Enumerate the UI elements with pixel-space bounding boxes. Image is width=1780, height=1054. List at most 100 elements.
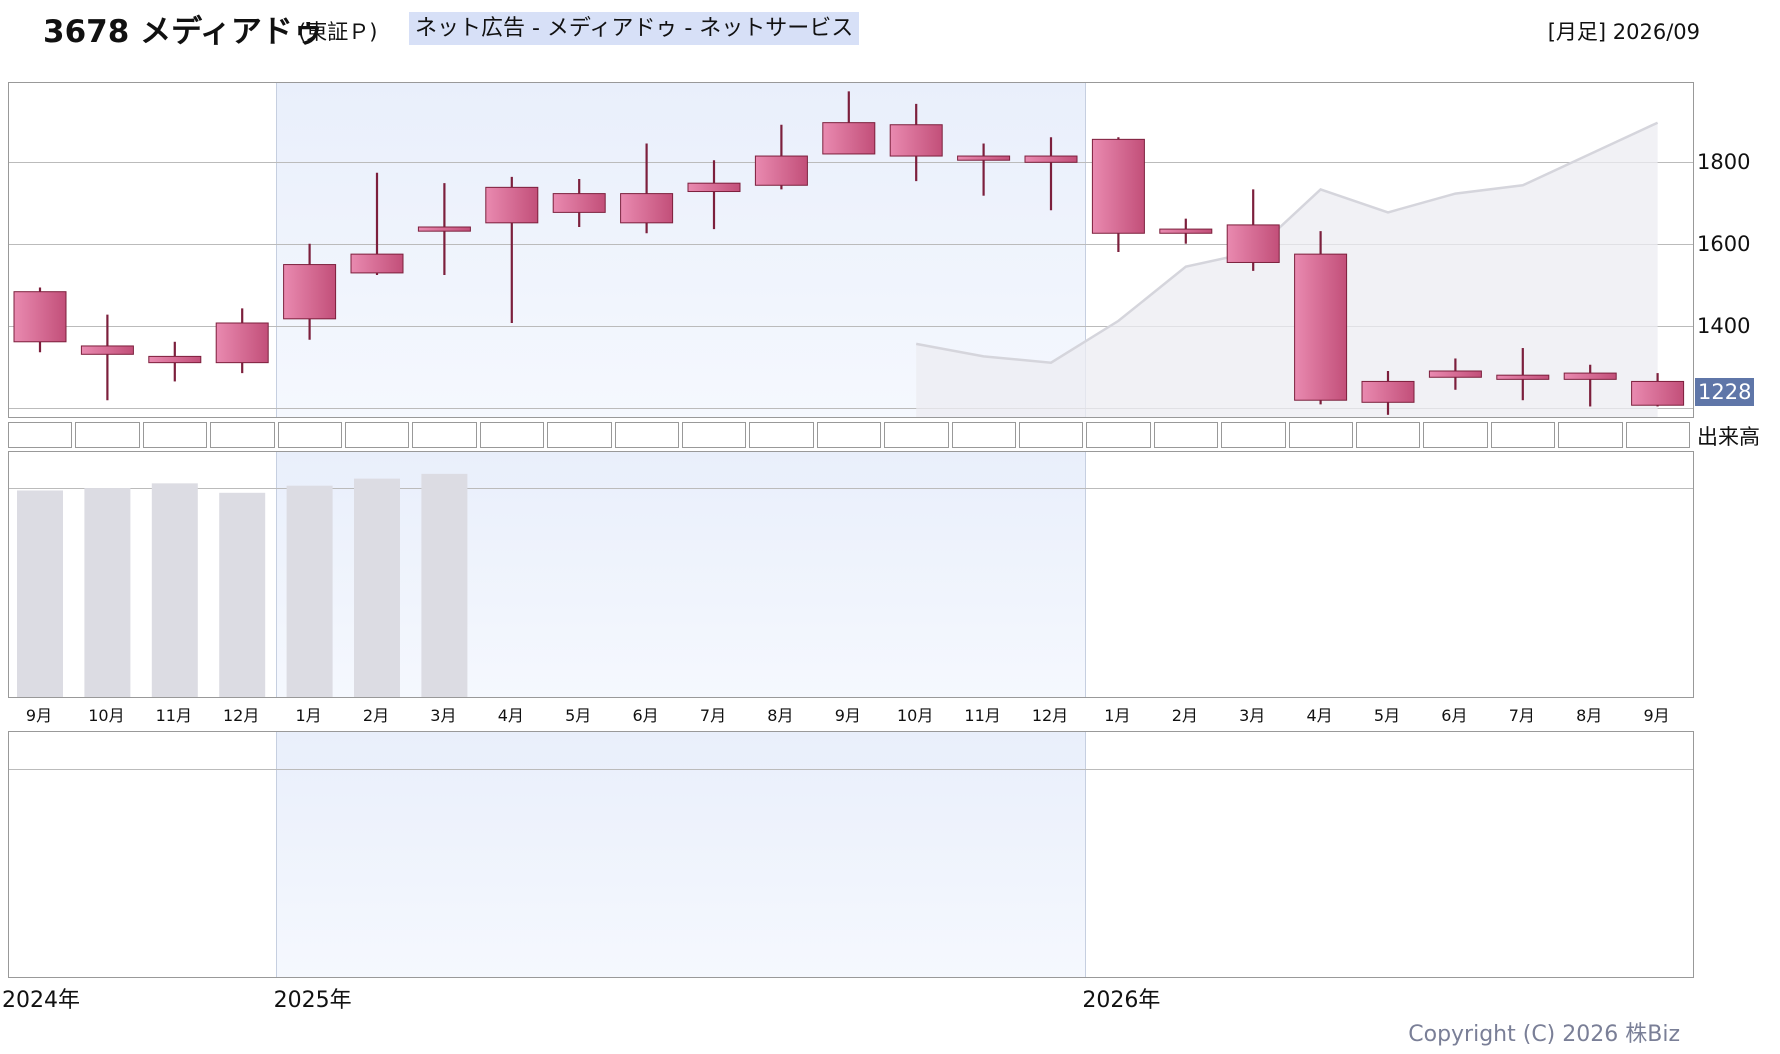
volume-cell-17 xyxy=(1153,422,1219,448)
volume-cell-5 xyxy=(345,422,410,448)
volume-label: 出来高 xyxy=(1697,425,1760,449)
month-label-11: 8月 xyxy=(767,706,794,725)
candle-14 xyxy=(957,143,1011,196)
candle-9 xyxy=(620,143,674,234)
month-label-1: 10月 xyxy=(88,706,125,725)
last-price-badge: 1228 xyxy=(1695,378,1755,406)
volume-cell-1 xyxy=(75,422,140,448)
month-label-9: 6月 xyxy=(632,706,659,725)
year-label-1: 2025年 xyxy=(273,988,352,1013)
avg-area xyxy=(916,122,1658,417)
price-chart-panel xyxy=(8,82,1694,418)
candle-body-8 xyxy=(552,193,606,213)
volume-bar-2 xyxy=(151,483,198,697)
candle-7 xyxy=(485,176,539,323)
candle-3 xyxy=(215,308,269,374)
month-label-17: 2月 xyxy=(1171,706,1198,725)
volume-cell-19 xyxy=(1288,422,1353,448)
candle-body-0 xyxy=(13,291,67,343)
candle-body-1 xyxy=(80,345,134,355)
candle-16 xyxy=(1091,137,1145,253)
candle-body-5 xyxy=(350,253,404,274)
candle-body-21 xyxy=(1428,370,1482,378)
volume-cell-3 xyxy=(210,422,275,448)
candle-body-9 xyxy=(620,193,674,224)
month-label-18: 3月 xyxy=(1239,706,1266,725)
candle-body-4 xyxy=(283,264,337,320)
sector-label: ネット広告 - メディアドゥ - ネットサービス xyxy=(409,12,860,45)
volume-cell-8 xyxy=(547,422,612,448)
candle-body-11 xyxy=(754,155,808,186)
volume-cell-20 xyxy=(1356,422,1421,448)
candle-body-10 xyxy=(687,182,741,193)
candle-body-20 xyxy=(1361,380,1415,403)
volume-cell-24 xyxy=(1625,422,1690,448)
indicator-gridline xyxy=(9,769,1693,770)
candle-11 xyxy=(754,124,808,190)
candle-8 xyxy=(552,179,606,227)
volume-chart-svg xyxy=(17,473,468,697)
candle-body-2 xyxy=(148,355,202,364)
market-label: (東証Ｐ) xyxy=(298,20,378,44)
copyright: Copyright (C) 2026 株Biz xyxy=(1408,1022,1680,1047)
volume-cell-2 xyxy=(142,422,208,448)
candle-body-12 xyxy=(822,122,876,155)
candle-body-15 xyxy=(1024,155,1078,163)
month-label-0: 9月 xyxy=(25,706,53,725)
volume-bar-5 xyxy=(354,478,400,697)
volume-cell-13 xyxy=(884,422,949,448)
candle-17 xyxy=(1159,218,1213,244)
month-label-20: 5月 xyxy=(1373,706,1401,725)
volume-cell-7 xyxy=(479,422,545,448)
month-label-4: 1月 xyxy=(295,706,322,725)
month-label-6: 3月 xyxy=(430,706,457,725)
volume-cell-22 xyxy=(1490,422,1556,448)
stock-code-name: 3678 メディアドゥ xyxy=(43,14,324,50)
ytick-label-2: 1400 xyxy=(1697,314,1751,338)
candle-0 xyxy=(13,287,67,353)
volume-cell-15 xyxy=(1019,422,1084,448)
volume-bar-0 xyxy=(17,490,63,697)
month-label-10: 7月 xyxy=(699,706,727,725)
month-label-12: 9月 xyxy=(834,706,861,725)
candle-body-23 xyxy=(1563,372,1617,380)
candle-13 xyxy=(889,103,943,182)
volume-cell-16 xyxy=(1086,422,1151,448)
candle-18 xyxy=(1226,189,1280,271)
volume-cell-11 xyxy=(749,422,814,448)
volume-cell-9 xyxy=(614,422,679,448)
volume-cell-4 xyxy=(277,422,342,448)
candle-body-22 xyxy=(1496,374,1550,380)
volume-cell-21 xyxy=(1423,422,1488,448)
month-label-13: 10月 xyxy=(897,706,934,725)
candle-1 xyxy=(80,314,134,401)
month-label-22: 7月 xyxy=(1508,706,1535,725)
price-chart-svg xyxy=(13,91,1685,417)
month-label-23: 8月 xyxy=(1576,706,1603,725)
ytick-label-1: 1600 xyxy=(1697,232,1751,256)
volume-bar-6 xyxy=(421,473,468,697)
candle-15 xyxy=(1024,137,1078,211)
volume-cell-14 xyxy=(951,422,1016,448)
month-label-3: 12月 xyxy=(223,706,260,725)
month-label-8: 5月 xyxy=(565,706,592,725)
month-label-5: 2月 xyxy=(362,706,390,725)
candle-5 xyxy=(350,172,404,275)
year-label-0: 2024年 xyxy=(2,988,80,1013)
candle-body-14 xyxy=(957,155,1011,161)
candle-body-16 xyxy=(1091,138,1145,234)
indicator-panel xyxy=(8,731,1694,978)
candle-body-6 xyxy=(417,226,471,232)
candle-6 xyxy=(417,183,471,275)
month-label-2: 11月 xyxy=(155,706,192,725)
volume-cell-6 xyxy=(412,422,477,448)
candle-body-24 xyxy=(1631,380,1685,406)
month-label-14: 11月 xyxy=(964,706,1001,725)
volume-panel xyxy=(8,451,1694,698)
candle-body-7 xyxy=(485,186,539,224)
candle-body-18 xyxy=(1226,224,1280,263)
period-label: [月足] 2026/09 xyxy=(1547,20,1700,44)
month-label-7: 4月 xyxy=(497,706,524,725)
volume-cell-18 xyxy=(1221,422,1286,448)
candle-body-3 xyxy=(215,322,269,364)
